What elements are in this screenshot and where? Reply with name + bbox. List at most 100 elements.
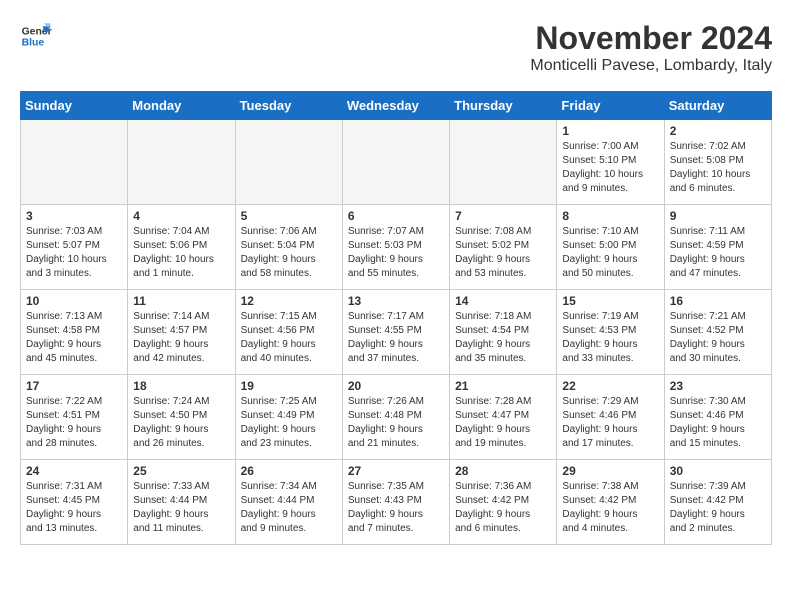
day-info: Sunrise: 7:21 AMSunset: 4:52 PMDaylight:…: [670, 310, 766, 366]
calendar-cell: 1 Sunrise: 7:00 AMSunset: 5:10 PMDaylight…: [557, 120, 664, 205]
calendar-cell: 3Sunrise: 7:03 AMSunset: 5:07 PMDaylight…: [21, 205, 128, 290]
day-number: 9: [670, 209, 766, 223]
calendar-body: 1 Sunrise: 7:00 AMSunset: 5:10 PMDaylight…: [21, 120, 772, 545]
day-info: Sunrise: 7:22 AMSunset: 4:51 PMDaylight:…: [26, 395, 122, 451]
logo: General Blue: [20, 20, 52, 52]
calendar-cell: 5Sunrise: 7:06 AMSunset: 5:04 PMDaylight…: [235, 205, 342, 290]
day-number: 10: [26, 294, 122, 308]
day-info: Sunrise: 7:24 AMSunset: 4:50 PMDaylight:…: [133, 395, 229, 451]
day-info: Sunrise: 7:30 AMSunset: 4:46 PMDaylight:…: [670, 395, 766, 451]
calendar-cell: 21 Sunrise: 7:28 AMSunset: 4:47 PMDayligh…: [450, 375, 557, 460]
day-number: 23: [670, 379, 766, 393]
day-info: Sunrise: 7:33 AMSunset: 4:44 PMDaylight:…: [133, 480, 229, 536]
calendar-cell: 27 Sunrise: 7:35 AMSunset: 4:43 PMDayligh…: [342, 460, 449, 545]
day-info: Sunrise: 7:10 AMSunset: 5:00 PMDaylight:…: [562, 225, 658, 281]
day-number: 29: [562, 464, 658, 478]
day-headers-row: SundayMondayTuesdayWednesdayThursdayFrid…: [21, 92, 772, 120]
day-info: Sunrise: 7:18 AMSunset: 4:54 PMDaylight:…: [455, 310, 551, 366]
calendar-table: SundayMondayTuesdayWednesdayThursdayFrid…: [20, 91, 772, 545]
day-number: 25: [133, 464, 229, 478]
calendar-cell: 14 Sunrise: 7:18 AMSunset: 4:54 PMDayligh…: [450, 290, 557, 375]
day-number: 6: [348, 209, 444, 223]
calendar-cell: [21, 120, 128, 205]
day-number: 26: [241, 464, 337, 478]
day-number: 3: [26, 209, 122, 223]
week-row-4: 17 Sunrise: 7:22 AMSunset: 4:51 PMDayligh…: [21, 375, 772, 460]
day-info: Sunrise: 7:02 AMSunset: 5:08 PMDaylight:…: [670, 140, 766, 196]
calendar-cell: 16 Sunrise: 7:21 AMSunset: 4:52 PMDayligh…: [664, 290, 771, 375]
day-number: 8: [562, 209, 658, 223]
day-number: 13: [348, 294, 444, 308]
calendar-cell: 25 Sunrise: 7:33 AMSunset: 4:44 PMDayligh…: [128, 460, 235, 545]
day-info: Sunrise: 7:19 AMSunset: 4:53 PMDaylight:…: [562, 310, 658, 366]
day-info: Sunrise: 7:17 AMSunset: 4:55 PMDaylight:…: [348, 310, 444, 366]
calendar-cell: 13 Sunrise: 7:17 AMSunset: 4:55 PMDayligh…: [342, 290, 449, 375]
day-info: Sunrise: 7:35 AMSunset: 4:43 PMDaylight:…: [348, 480, 444, 536]
day-header-monday: Monday: [128, 92, 235, 120]
week-row-1: 1 Sunrise: 7:00 AMSunset: 5:10 PMDaylight…: [21, 120, 772, 205]
day-number: 7: [455, 209, 551, 223]
day-number: 15: [562, 294, 658, 308]
calendar-cell: 9 Sunrise: 7:11 AMSunset: 4:59 PMDaylight…: [664, 205, 771, 290]
calendar-cell: [235, 120, 342, 205]
day-number: 11: [133, 294, 229, 308]
day-number: 12: [241, 294, 337, 308]
day-number: 1: [562, 124, 658, 138]
page-header: General Blue November 2024 Monticelli Pa…: [20, 20, 772, 75]
day-number: 2: [670, 124, 766, 138]
day-info: Sunrise: 7:28 AMSunset: 4:47 PMDaylight:…: [455, 395, 551, 451]
day-number: 30: [670, 464, 766, 478]
title-block: November 2024 Monticelli Pavese, Lombard…: [530, 20, 772, 75]
month-title: November 2024: [530, 20, 772, 57]
calendar-header: SundayMondayTuesdayWednesdayThursdayFrid…: [21, 92, 772, 120]
calendar-cell: 15 Sunrise: 7:19 AMSunset: 4:53 PMDayligh…: [557, 290, 664, 375]
day-info: Sunrise: 7:06 AMSunset: 5:04 PMDaylight:…: [241, 225, 337, 281]
calendar-cell: 12 Sunrise: 7:15 AMSunset: 4:56 PMDayligh…: [235, 290, 342, 375]
calendar-cell: 19 Sunrise: 7:25 AMSunset: 4:49 PMDayligh…: [235, 375, 342, 460]
day-number: 24: [26, 464, 122, 478]
week-row-2: 3Sunrise: 7:03 AMSunset: 5:07 PMDaylight…: [21, 205, 772, 290]
day-number: 18: [133, 379, 229, 393]
day-info: Sunrise: 7:25 AMSunset: 4:49 PMDaylight:…: [241, 395, 337, 451]
day-number: 28: [455, 464, 551, 478]
day-header-sunday: Sunday: [21, 92, 128, 120]
day-number: 14: [455, 294, 551, 308]
day-info: Sunrise: 7:15 AMSunset: 4:56 PMDaylight:…: [241, 310, 337, 366]
day-number: 16: [670, 294, 766, 308]
day-info: Sunrise: 7:31 AMSunset: 4:45 PMDaylight:…: [26, 480, 122, 536]
calendar-cell: 24 Sunrise: 7:31 AMSunset: 4:45 PMDayligh…: [21, 460, 128, 545]
logo-icon: General Blue: [20, 20, 52, 52]
day-number: 19: [241, 379, 337, 393]
day-info: Sunrise: 7:04 AMSunset: 5:06 PMDaylight:…: [133, 225, 229, 281]
calendar-cell: [128, 120, 235, 205]
day-number: 21: [455, 379, 551, 393]
calendar-cell: 28Sunrise: 7:36 AMSunset: 4:42 PMDayligh…: [450, 460, 557, 545]
day-header-wednesday: Wednesday: [342, 92, 449, 120]
day-number: 17: [26, 379, 122, 393]
day-info: Sunrise: 7:11 AMSunset: 4:59 PMDaylight:…: [670, 225, 766, 281]
day-info: Sunrise: 7:07 AMSunset: 5:03 PMDaylight:…: [348, 225, 444, 281]
calendar-cell: 7 Sunrise: 7:08 AMSunset: 5:02 PMDaylight…: [450, 205, 557, 290]
calendar-cell: 30Sunrise: 7:39 AMSunset: 4:42 PMDayligh…: [664, 460, 771, 545]
calendar-cell: [450, 120, 557, 205]
week-row-3: 10 Sunrise: 7:13 AMSunset: 4:58 PMDayligh…: [21, 290, 772, 375]
calendar-cell: 10 Sunrise: 7:13 AMSunset: 4:58 PMDayligh…: [21, 290, 128, 375]
day-info: Sunrise: 7:13 AMSunset: 4:58 PMDaylight:…: [26, 310, 122, 366]
day-info: Sunrise: 7:00 AMSunset: 5:10 PMDaylight:…: [562, 140, 658, 196]
location: Monticelli Pavese, Lombardy, Italy: [530, 57, 772, 75]
calendar-cell: 17 Sunrise: 7:22 AMSunset: 4:51 PMDayligh…: [21, 375, 128, 460]
calendar-cell: 20 Sunrise: 7:26 AMSunset: 4:48 PMDayligh…: [342, 375, 449, 460]
calendar-cell: 6 Sunrise: 7:07 AMSunset: 5:03 PMDaylight…: [342, 205, 449, 290]
calendar-cell: 22Sunrise: 7:29 AMSunset: 4:46 PMDayligh…: [557, 375, 664, 460]
day-header-friday: Friday: [557, 92, 664, 120]
day-number: 20: [348, 379, 444, 393]
day-number: 27: [348, 464, 444, 478]
calendar-cell: [342, 120, 449, 205]
day-info: Sunrise: 7:08 AMSunset: 5:02 PMDaylight:…: [455, 225, 551, 281]
day-info: Sunrise: 7:14 AMSunset: 4:57 PMDaylight:…: [133, 310, 229, 366]
calendar-cell: 26 Sunrise: 7:34 AMSunset: 4:44 PMDayligh…: [235, 460, 342, 545]
day-info: Sunrise: 7:26 AMSunset: 4:48 PMDaylight:…: [348, 395, 444, 451]
calendar-cell: 2 Sunrise: 7:02 AMSunset: 5:08 PMDaylight…: [664, 120, 771, 205]
week-row-5: 24 Sunrise: 7:31 AMSunset: 4:45 PMDayligh…: [21, 460, 772, 545]
day-info: Sunrise: 7:34 AMSunset: 4:44 PMDaylight:…: [241, 480, 337, 536]
